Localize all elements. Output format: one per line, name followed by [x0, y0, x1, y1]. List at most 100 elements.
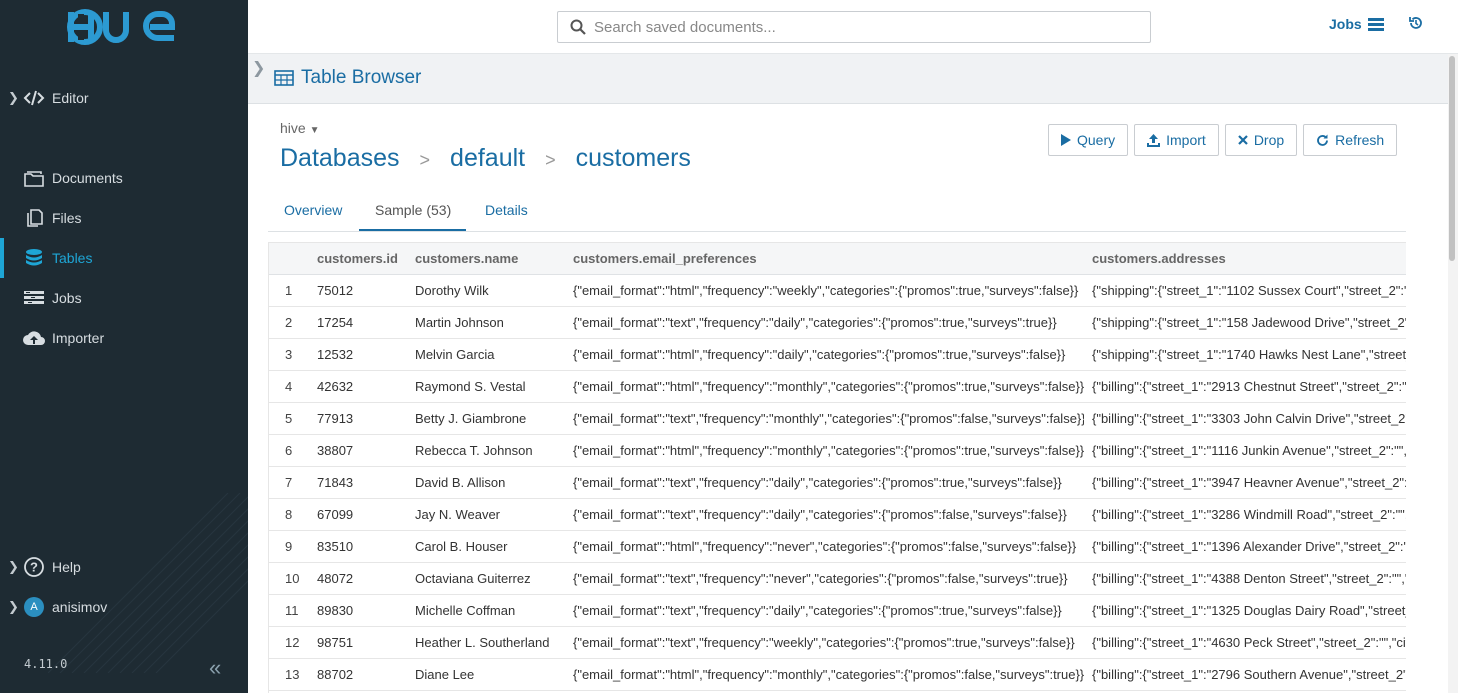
top-bar: Jobs	[248, 0, 1458, 54]
table-cell: 89830	[309, 594, 407, 627]
table-cell: {"email_format":"html","frequency":"mont…	[565, 658, 1084, 691]
sidebar-item-documents[interactable]: Documents	[0, 158, 248, 198]
sidebar: ❯ Editor Documents Files Tables Jobs Imp…	[0, 0, 248, 693]
table-row[interactable]: 10 48072 Octaviana Guiterrez {"email_format…	[269, 562, 1406, 595]
table-cell: {"billing":{"street_1":"4630 Peck Street…	[1084, 626, 1406, 659]
table-row[interactable]: 9 83510 Carol B. Houser {"email_format":"ht…	[269, 530, 1406, 563]
engine-label: hive	[280, 120, 306, 136]
avatar-wrap: A	[22, 597, 46, 617]
engine-select[interactable]: hive ▼	[280, 120, 319, 136]
refresh-button[interactable]: Refresh	[1303, 124, 1398, 156]
upload-icon	[1147, 133, 1161, 147]
sample-table-container[interactable]: customers.id customers.name customers.emai…	[268, 242, 1406, 693]
avatar: A	[24, 597, 44, 617]
table-cell: 83510	[309, 530, 407, 563]
table-cell: David B. Allison	[407, 466, 565, 499]
table-cell: {"billing":{"street_1":"2796 Southern Av…	[1084, 658, 1406, 691]
table-cell: {"email_format":"html","frequency":"dail…	[565, 338, 1084, 371]
table-cell: 38807	[309, 434, 407, 467]
table-row[interactable]: 12 98751 Heather L. Southerland {"email_for…	[269, 626, 1406, 659]
hue-logo[interactable]	[66, 8, 182, 49]
row-number: 3	[269, 338, 309, 371]
scrollbar[interactable]	[1448, 54, 1458, 693]
table-row[interactable]: 6 38807 Rebecca T. Johnson {"email_format":…	[269, 434, 1406, 467]
table-cell: 88702	[309, 658, 407, 691]
row-number: 10	[269, 562, 309, 595]
table-row[interactable]: 2 17254 Martin Johnson {"email_format":"tex…	[269, 306, 1406, 339]
table-cell: 75012	[309, 274, 407, 307]
sample-table: customers.id customers.name customers.emai…	[269, 242, 1406, 691]
table-cell: Betty J. Giambrone	[407, 402, 565, 435]
table-cell: 42632	[309, 370, 407, 403]
table-cell: {"email_format":"text","frequency":"dail…	[565, 594, 1084, 627]
chevron-right-icon: ❯	[8, 90, 19, 105]
table-cell: {"billing":{"street_1":"1396 Alexander D…	[1084, 530, 1406, 563]
row-number: 7	[269, 466, 309, 499]
column-header[interactable]: customers.email_preferences	[565, 242, 1084, 275]
sidebar-item-help[interactable]: ❯ ? Help	[0, 547, 248, 587]
version-label: 4.11.0	[24, 657, 68, 671]
scrollbar-thumb[interactable]	[1449, 56, 1455, 261]
close-icon	[1238, 135, 1248, 145]
caret-down-icon: ▼	[309, 125, 320, 136]
sidebar-item-tables[interactable]: Tables	[0, 238, 248, 278]
drop-label: Drop	[1253, 132, 1285, 148]
table-cell: {"email_format":"html","frequency":"mont…	[565, 434, 1084, 467]
table-cell: {"shipping":{"street_1":"1740 Hawks Nest…	[1084, 338, 1406, 371]
sidebar-item-jobs[interactable]: Jobs	[0, 278, 248, 318]
drop-button[interactable]: Drop	[1224, 124, 1298, 156]
tab-sample[interactable]: Sample (53)	[375, 202, 451, 218]
table-cell: Raymond S. Vestal	[407, 370, 565, 403]
table-cell: 98751	[309, 626, 407, 659]
table-cell: {"billing":{"street_1":"4388 Denton Stre…	[1084, 562, 1406, 595]
table-row[interactable]: 11 89830 Michelle Coffman {"email_format":"…	[269, 594, 1406, 627]
jobs-button[interactable]: Jobs	[1329, 16, 1384, 32]
jobs-label: Jobs	[1329, 16, 1362, 32]
chevron-right-icon[interactable]: ❯	[252, 58, 265, 78]
database-icon	[22, 248, 46, 268]
table-row[interactable]: 13 88702 Diane Lee {"email_format":"html","…	[269, 658, 1406, 691]
column-header[interactable]: customers.addresses	[1084, 242, 1406, 275]
table-row[interactable]: 8 67099 Jay N. Weaver {"email_format":"text…	[269, 498, 1406, 531]
collapse-sidebar-icon[interactable]: «	[209, 655, 221, 681]
sidebar-item-editor[interactable]: ❯ Editor	[0, 78, 248, 118]
table-row[interactable]: 5 77913 Betty J. Giambrone {"email_format":…	[269, 402, 1406, 435]
table-row[interactable]: 1 75012 Dorothy Wilk {"email_format":"html"…	[269, 274, 1406, 307]
refresh-label: Refresh	[1335, 132, 1385, 148]
history-icon[interactable]	[1408, 15, 1424, 34]
table-actions: Query Import Drop Refresh	[1048, 124, 1398, 156]
tab-details[interactable]: Details	[485, 202, 528, 218]
table-cell: {"email_format":"html","frequency":"week…	[565, 274, 1084, 307]
breadcrumb-databases[interactable]: Databases	[280, 144, 400, 173]
row-number: 12	[269, 626, 309, 659]
row-number: 11	[269, 594, 309, 627]
sidebar-item-importer[interactable]: Importer	[0, 318, 248, 358]
search-box[interactable]	[557, 11, 1151, 43]
table-cell: {"email_format":"text","frequency":"neve…	[565, 562, 1084, 595]
tab-overview[interactable]: Overview	[284, 202, 342, 218]
table-cell: Melvin Garcia	[407, 338, 565, 371]
play-icon	[1061, 134, 1071, 146]
table-cell: {"billing":{"street_1":"3947 Heavner Ave…	[1084, 466, 1406, 499]
sidebar-item-files[interactable]: Files	[0, 198, 248, 238]
query-button[interactable]: Query	[1048, 124, 1129, 156]
query-label: Query	[1077, 132, 1116, 148]
table-cell: 77913	[309, 402, 407, 435]
table-row[interactable]: 7 71843 David B. Allison {"email_format":"t…	[269, 466, 1406, 499]
sidebar-item-label: Editor	[52, 90, 89, 106]
app-title: Table Browser	[301, 67, 422, 88]
table-cell: Octaviana Guiterrez	[407, 562, 565, 595]
table-row[interactable]: 4 42632 Raymond S. Vestal {"email_format":"…	[269, 370, 1406, 403]
row-number: 2	[269, 306, 309, 339]
breadcrumb-database[interactable]: default	[450, 144, 525, 173]
import-button[interactable]: Import	[1134, 124, 1219, 156]
breadcrumb-table[interactable]: customers	[576, 144, 691, 173]
refresh-icon	[1317, 134, 1329, 146]
table-row[interactable]: 3 12532 Melvin Garcia {"email_format":"html…	[269, 338, 1406, 371]
help-icon: ?	[22, 557, 46, 577]
column-header[interactable]: customers.name	[407, 242, 565, 275]
column-header[interactable]: customers.id	[309, 242, 407, 275]
user-menu[interactable]: ❯ A anisimov	[0, 587, 248, 627]
search-input[interactable]	[594, 17, 1134, 37]
table-cell: {"email_format":"text","frequency":"dail…	[565, 306, 1084, 339]
